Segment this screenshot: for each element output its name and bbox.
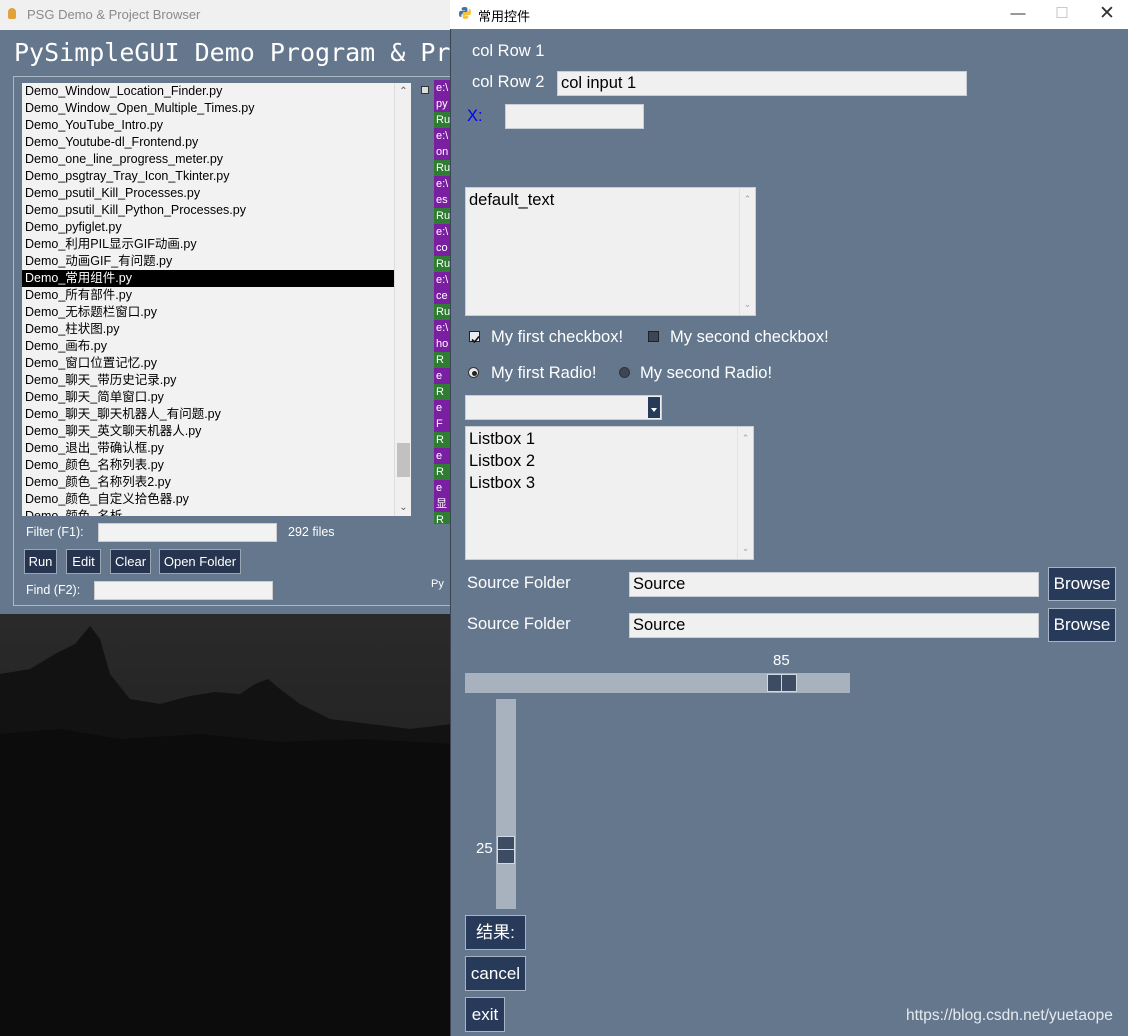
file-listbox[interactable]: Demo_Window_Location_Finder.py Demo_Windo…: [22, 83, 411, 516]
multiline-scrollbar[interactable]: ⌃ ⌄: [739, 188, 755, 315]
watermark: https://blog.csdn.net/yuetaope: [906, 1007, 1113, 1024]
list-item[interactable]: Listbox 3: [469, 472, 753, 494]
first-checkbox-label[interactable]: My first checkbox!: [491, 328, 623, 347]
result-button[interactable]: 结果:: [465, 915, 526, 950]
file-list-item[interactable]: Demo_动画GIF_有问题.py: [22, 253, 411, 270]
file-list-item[interactable]: Demo_颜色_名析: [22, 508, 411, 516]
file-list-item[interactable]: Demo_颜色_自定义拾色器.py: [22, 491, 411, 508]
scroll-down-icon[interactable]: ⌄: [738, 537, 753, 559]
file-list-item[interactable]: Demo_聊天_带历史记录.py: [22, 372, 411, 389]
file-list-item[interactable]: Demo_无标题栏窗口.py: [22, 304, 411, 321]
file-list-item[interactable]: Demo_利用PIL显示GIF动画.py: [22, 236, 411, 253]
clear-button[interactable]: Clear: [110, 549, 151, 574]
file-list-item[interactable]: Demo_画布.py: [22, 338, 411, 355]
scroll-thumb[interactable]: [397, 443, 410, 477]
file-list-item[interactable]: Demo_颜色_名称列表.py: [22, 457, 411, 474]
mountain-silhouette: [0, 614, 452, 1036]
source-folder-input[interactable]: Source: [629, 613, 1039, 638]
scroll-down-icon[interactable]: ⌄: [740, 293, 755, 315]
source-folder-label: Source Folder: [467, 615, 571, 633]
main-titlebar[interactable]: 常用控件 — ☐ ✕: [450, 0, 1128, 29]
output-checkbox[interactable]: [421, 86, 429, 94]
check-icon: [471, 335, 480, 344]
file-list-item[interactable]: Demo_颜色_名称列表2.py: [22, 474, 411, 491]
file-list-scrollbar[interactable]: ⌃ ⌄: [394, 83, 411, 516]
first-radio[interactable]: [468, 367, 479, 378]
first-checkbox[interactable]: [469, 331, 480, 344]
vertical-slider-thumb[interactable]: [497, 836, 515, 864]
combo-box[interactable]: [465, 395, 662, 420]
py-label: Py: [431, 578, 444, 590]
find-input[interactable]: [94, 581, 273, 600]
open-folder-button[interactable]: Open Folder: [159, 549, 241, 574]
file-list-item[interactable]: Demo_退出_带确认框.py: [22, 440, 411, 457]
file-list-item[interactable]: Demo_Window_Open_Multiple_Times.py: [22, 100, 411, 117]
file-list-item[interactable]: Demo_所有部件.py: [22, 287, 411, 304]
multiline-input[interactable]: default_text ⌃ ⌄: [465, 187, 756, 316]
file-list-item[interactable]: Demo_psgtray_Tray_Icon_Tkinter.py: [22, 168, 411, 185]
scroll-down-icon[interactable]: ⌄: [395, 499, 412, 516]
file-list-item[interactable]: Demo_psutil_Kill_Python_Processes.py: [22, 202, 411, 219]
edit-button[interactable]: Edit: [66, 549, 101, 574]
browse-button[interactable]: Browse: [1048, 608, 1116, 642]
horizontal-slider[interactable]: [465, 673, 850, 693]
source-folder-input[interactable]: Source: [629, 572, 1039, 597]
chevron-down-icon[interactable]: [648, 397, 660, 418]
listbox[interactable]: Listbox 1 Listbox 2 Listbox 3 ⌃ ⌄: [465, 426, 754, 560]
col-row2-label: col Row 2: [472, 73, 545, 91]
file-list-item[interactable]: Demo_one_line_progress_meter.py: [22, 151, 411, 168]
demo-browser-heading: PySimpleGUI Demo Program & Proj: [14, 38, 481, 67]
file-list-item[interactable]: Demo_pyfiglet.py: [22, 219, 411, 236]
col-input[interactable]: col input 1: [557, 71, 967, 96]
filter-input[interactable]: [98, 523, 277, 542]
vertical-slider-value: 25: [476, 840, 493, 857]
file-list-item[interactable]: Demo_psutil_Kill_Processes.py: [22, 185, 411, 202]
cancel-button[interactable]: cancel: [465, 956, 526, 991]
file-list-item[interactable]: Demo_Window_Location_Finder.py: [22, 83, 411, 100]
main-window-title: 常用控件: [478, 9, 531, 24]
x-label: X:: [467, 107, 483, 125]
source-folder-label: Source Folder: [467, 574, 571, 592]
scroll-up-icon[interactable]: ⌃: [395, 83, 412, 100]
list-item[interactable]: Listbox 2: [469, 450, 753, 472]
list-item[interactable]: Listbox 1: [469, 428, 753, 450]
file-list-item[interactable]: Demo_YouTube_Intro.py: [22, 117, 411, 134]
maximize-icon[interactable]: ☐: [1039, 0, 1085, 29]
second-radio[interactable]: [619, 367, 630, 378]
file-list-item[interactable]: Demo_柱状图.py: [22, 321, 411, 338]
scroll-up-icon[interactable]: ⌃: [740, 188, 755, 210]
second-checkbox-label[interactable]: My second checkbox!: [670, 328, 829, 347]
browse-button[interactable]: Browse: [1048, 567, 1116, 601]
col-row1-label: col Row 1: [472, 42, 545, 60]
first-radio-label[interactable]: My first Radio!: [491, 364, 596, 383]
find-label: Find (F2):: [26, 583, 81, 597]
file-list-item[interactable]: Demo_常用组件.py: [22, 270, 411, 287]
file-list-item[interactable]: Demo_聊天_聊天机器人_有问题.py: [22, 406, 411, 423]
run-button[interactable]: Run: [24, 549, 57, 574]
x-input[interactable]: [505, 104, 644, 129]
horizontal-slider-value: 85: [773, 652, 790, 669]
listbox-scrollbar[interactable]: ⌃ ⌄: [737, 427, 753, 559]
file-list-item[interactable]: Demo_聊天_英文聊天机器人.py: [22, 423, 411, 440]
demo-browser-title: PSG Demo & Project Browser: [27, 7, 201, 22]
app-icon: [8, 8, 16, 19]
file-list-item[interactable]: Demo_窗口位置记忆.py: [22, 355, 411, 372]
python-icon: [459, 7, 471, 19]
horizontal-slider-thumb[interactable]: [767, 674, 797, 692]
filter-label: Filter (F1):: [26, 525, 84, 539]
file-count: 292 files: [288, 525, 335, 539]
second-radio-label[interactable]: My second Radio!: [640, 364, 772, 383]
desktop-wallpaper: [0, 614, 452, 1036]
scroll-up-icon[interactable]: ⌃: [738, 427, 753, 449]
exit-button[interactable]: exit: [465, 997, 505, 1032]
multiline-text: default_text: [469, 191, 555, 209]
second-checkbox[interactable]: [648, 331, 659, 342]
close-icon[interactable]: ✕: [1084, 0, 1128, 29]
file-list-item[interactable]: Demo_聊天_简单窗口.py: [22, 389, 411, 406]
vertical-slider[interactable]: [496, 699, 516, 909]
demo-browser-titlebar[interactable]: PSG Demo & Project Browser: [0, 0, 452, 30]
minimize-icon[interactable]: —: [995, 0, 1041, 29]
file-list-item[interactable]: Demo_Youtube-dl_Frontend.py: [22, 134, 411, 151]
